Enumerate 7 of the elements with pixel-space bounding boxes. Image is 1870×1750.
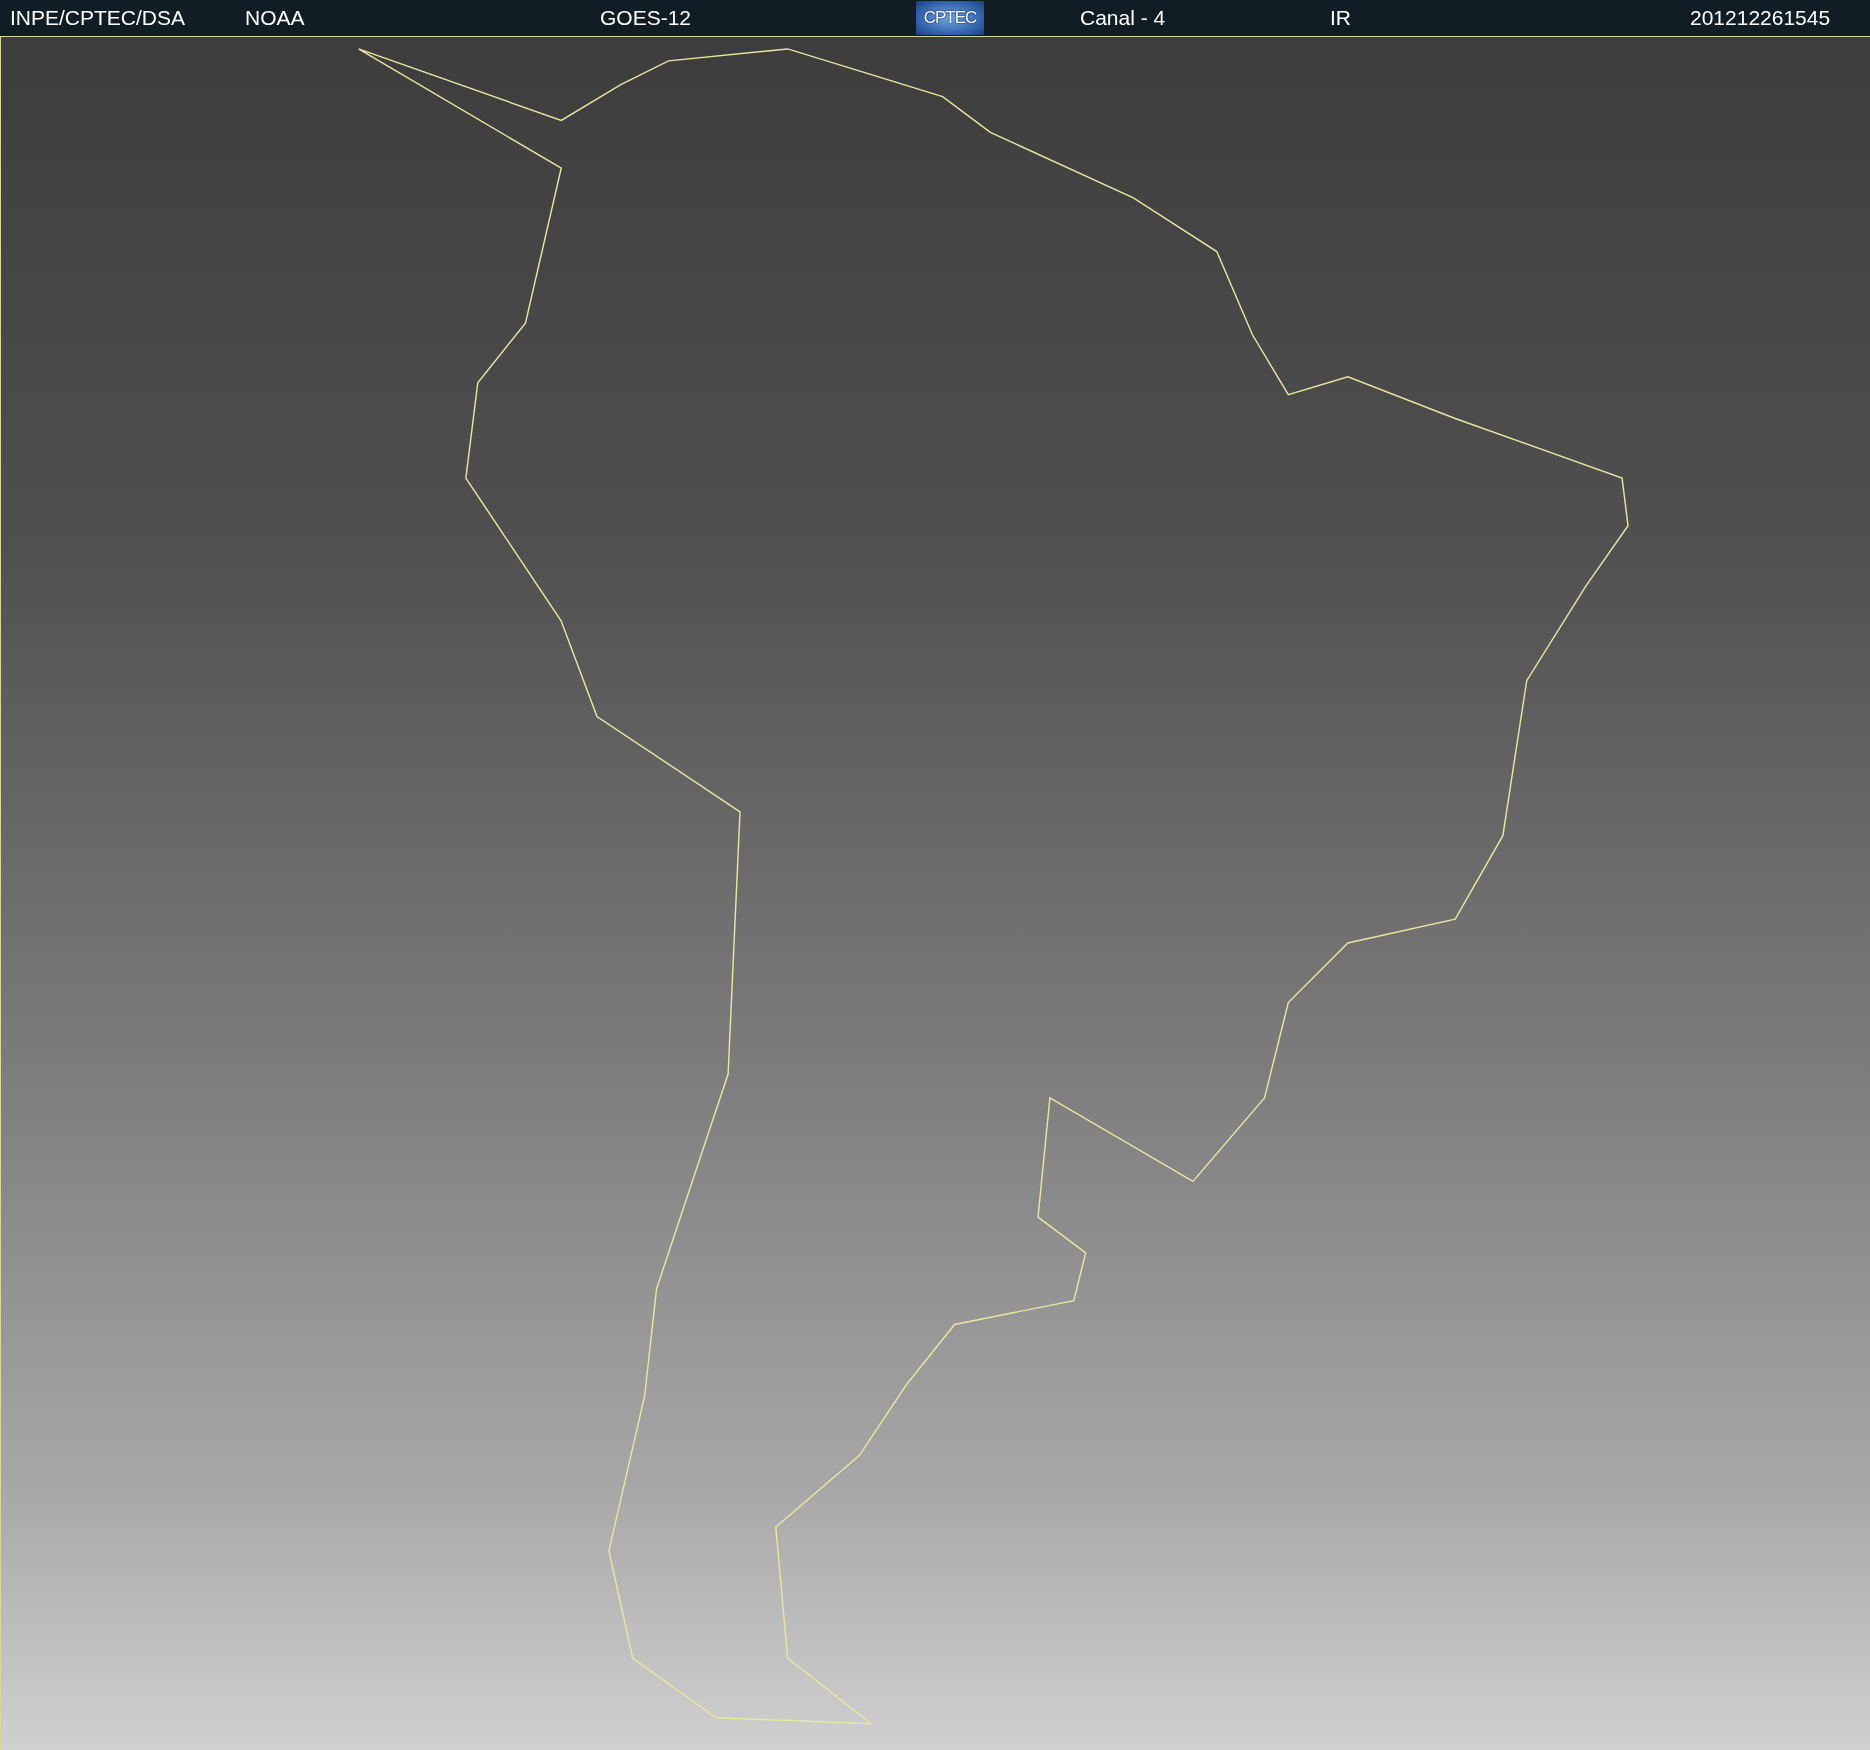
header-label: IR [1330, 6, 1351, 30]
header-label: NOAA [245, 6, 305, 30]
header-label: INPE/CPTEC/DSA [10, 6, 186, 30]
logo: CPTEC [916, 1, 984, 35]
header-label: 201212261545 [1690, 6, 1831, 30]
header-label: Canal - 4 [1080, 6, 1166, 30]
header-label: GOES-12 [600, 6, 692, 30]
